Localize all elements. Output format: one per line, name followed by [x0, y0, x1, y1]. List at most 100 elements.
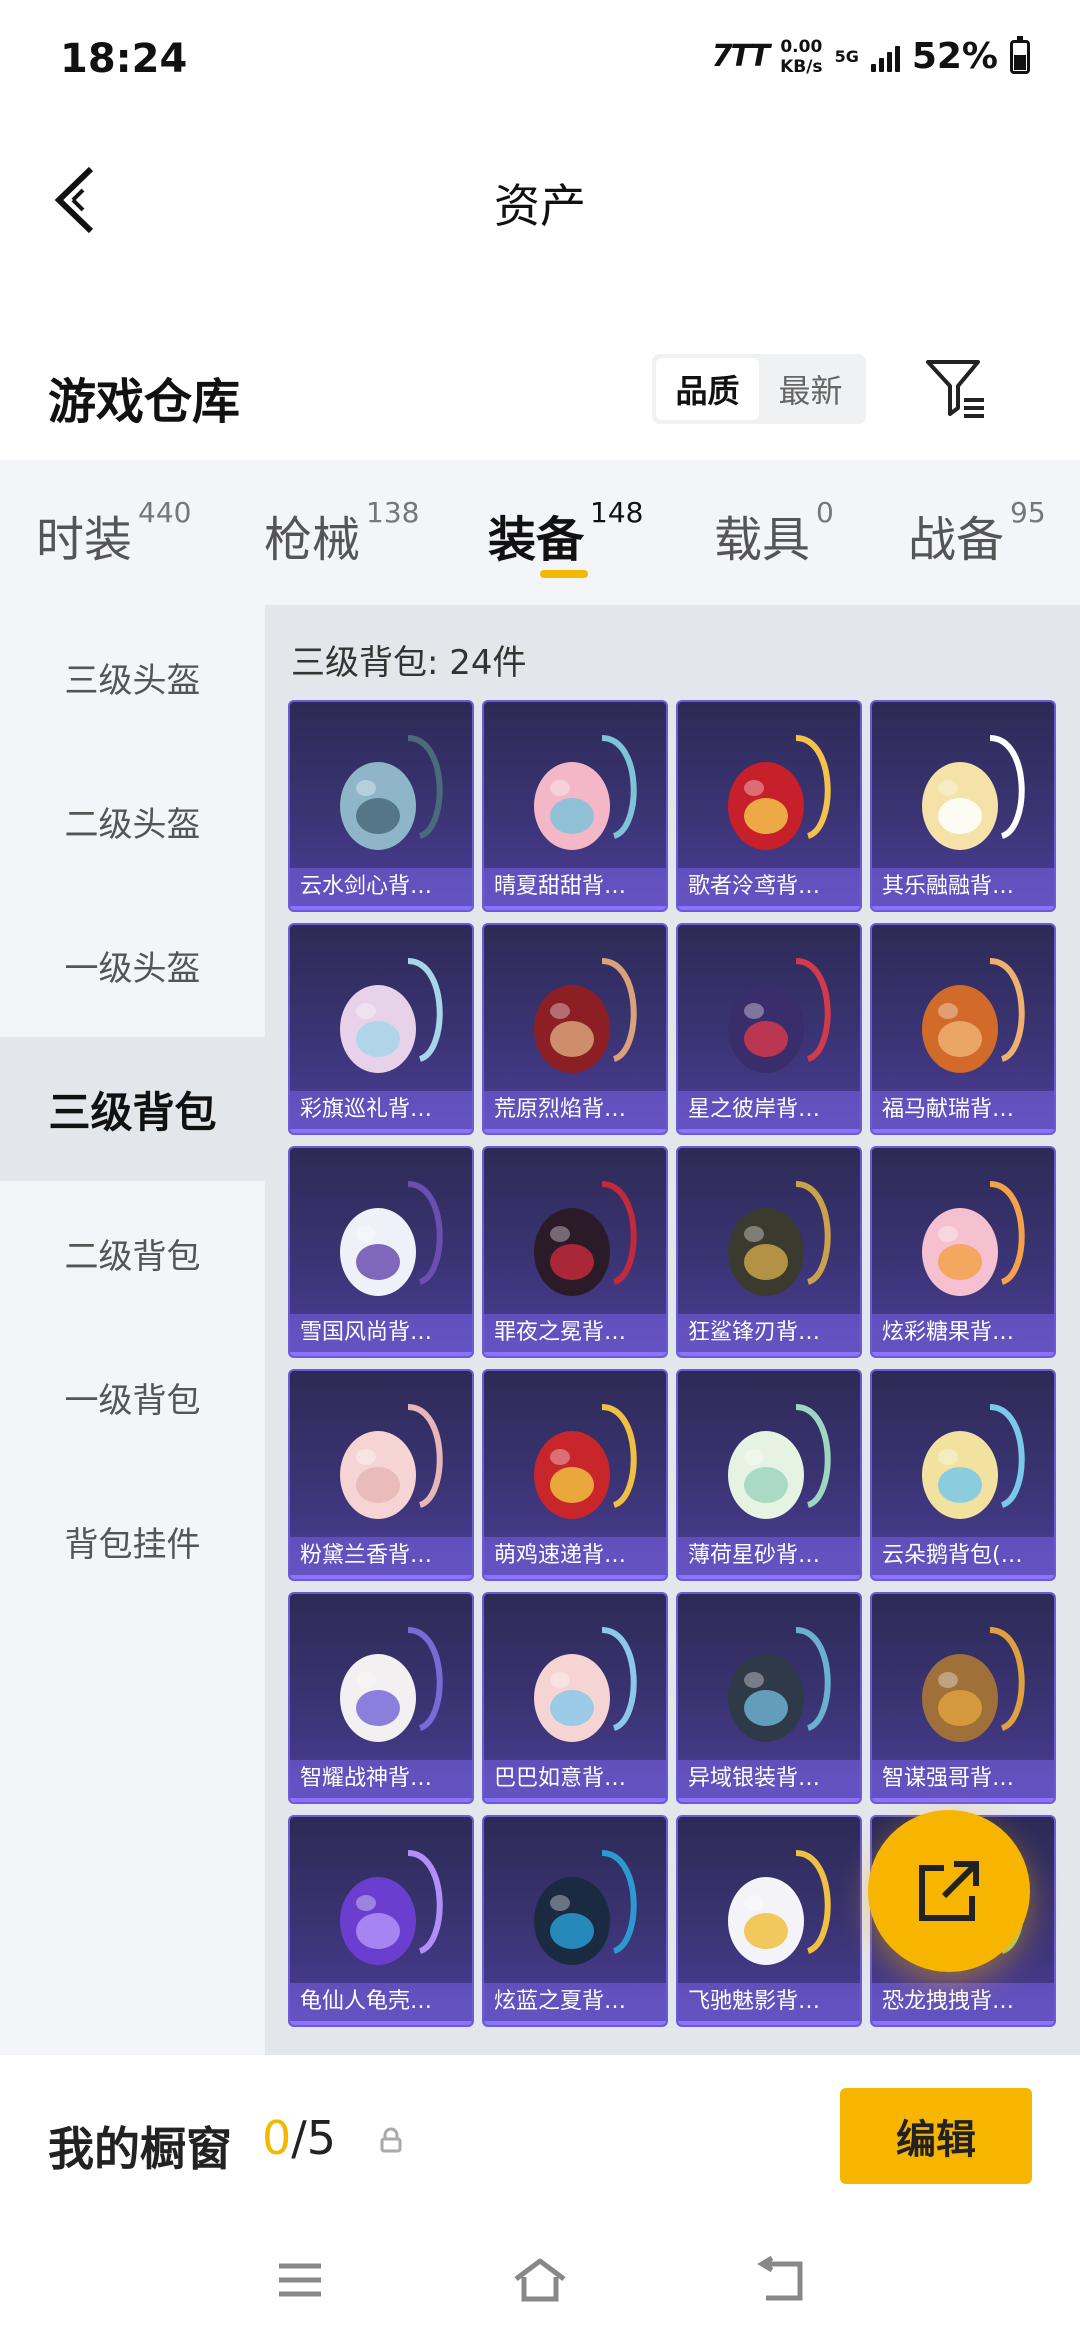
backpack-icon: [728, 958, 831, 1073]
tab-fashion[interactable]: 时装 440: [36, 496, 191, 570]
item-card[interactable]: 荒原烈焰背…: [482, 923, 668, 1135]
item-card[interactable]: 异域银装背…: [676, 1592, 862, 1804]
item-card[interactable]: 彩旗巡礼背…: [288, 923, 474, 1135]
tab-gear[interactable]: 战备 95: [908, 496, 1046, 570]
backpack-icon: [534, 1627, 637, 1742]
tab-label: 战备: [908, 512, 1005, 568]
item-card[interactable]: 云朵鹅背包(…: [870, 1369, 1056, 1581]
warehouse-header: 游戏仓库 品质 最新: [0, 330, 1080, 460]
item-card[interactable]: 星之彼岸背…: [676, 923, 862, 1135]
item-name: 其乐融融背…: [872, 868, 1054, 906]
tab-count: 148: [590, 496, 644, 529]
item-name: 云水剑心背…: [290, 868, 472, 906]
share-fab-button[interactable]: [868, 1810, 1030, 1972]
backpack-icon: [340, 1850, 443, 1965]
tab-count: 0: [816, 496, 834, 529]
item-card[interactable]: 粉黛兰香背…: [288, 1369, 474, 1581]
item-card[interactable]: 炫蓝之夏背…: [482, 1815, 668, 2027]
backpack-icon: [534, 1404, 637, 1519]
item-card[interactable]: 狂鲨锋刃背…: [676, 1146, 862, 1358]
item-card[interactable]: 薄荷星砂背…: [676, 1369, 862, 1581]
showcase-count: 0/5: [262, 2111, 336, 2165]
backpack-icon: [728, 1181, 831, 1296]
sidebar-item-helmet-2[interactable]: 二级头盔: [0, 749, 265, 893]
sidebar-item-backpack-3[interactable]: 三级背包: [0, 1037, 265, 1181]
backpack-icon: [340, 735, 443, 850]
status-time: 18:24: [60, 36, 188, 82]
item-name: 星之彼岸背…: [678, 1091, 860, 1129]
item-name: 炫彩糖果背…: [872, 1314, 1054, 1352]
home-icon: [514, 2258, 566, 2302]
item-card[interactable]: 龟仙人龟壳…: [288, 1815, 474, 2027]
item-name: 异域银装背…: [678, 1760, 860, 1798]
sidebar-item-backpack-charm[interactable]: 背包挂件: [0, 1469, 265, 1613]
item-card[interactable]: 炫彩糖果背…: [870, 1146, 1056, 1358]
item-name: 智谋强哥背…: [872, 1760, 1054, 1798]
content-heading: 三级背包: 24件: [291, 643, 527, 683]
backpack-icon: [922, 735, 1025, 850]
item-name: 歌者泠鸢背…: [678, 868, 860, 906]
backpack-icon: [340, 1181, 443, 1296]
tab-equipment[interactable]: 装备 148: [488, 496, 643, 570]
active-tab-indicator: [540, 570, 588, 578]
backpack-icon: [922, 1404, 1025, 1519]
tab-count: 440: [138, 496, 192, 529]
item-name: 荒原烈焰背…: [484, 1091, 666, 1129]
item-card[interactable]: 飞驰魅影背…: [676, 1815, 862, 2027]
sidebar-item-helmet-3[interactable]: 三级头盔: [0, 605, 265, 749]
nav-home-button[interactable]: [505, 2245, 575, 2315]
back-icon: [757, 2256, 803, 2301]
status-bar: 18:24 7TT 0.00 KB/s 5G 52%: [0, 0, 1080, 120]
sort-toggle: 品质 最新: [652, 354, 866, 424]
item-card[interactable]: 智耀战神背…: [288, 1592, 474, 1804]
item-card[interactable]: 巴巴如意背…: [482, 1592, 668, 1804]
tab-label: 时装: [36, 512, 133, 568]
system-nav-bar: [0, 2215, 1080, 2344]
category-tabs: 时装 440 枪械 138 装备 148 载具 0 战备 95: [0, 460, 1080, 605]
item-card[interactable]: 歌者泠鸢背…: [676, 700, 862, 912]
item-card[interactable]: 智谋强哥背…: [870, 1592, 1056, 1804]
backpack-icon: [340, 958, 443, 1073]
item-name: 罪夜之冕背…: [484, 1314, 666, 1352]
nav-back-button[interactable]: [745, 2245, 815, 2315]
item-card[interactable]: 雪国风尚背…: [288, 1146, 474, 1358]
item-card[interactable]: 福马献瑞背…: [870, 923, 1056, 1135]
item-name: 狂鲨锋刃背…: [678, 1314, 860, 1352]
item-name: 晴夏甜甜背…: [484, 868, 666, 906]
backpack-icon: [922, 1627, 1025, 1742]
sidebar-item-backpack-1[interactable]: 一级背包: [0, 1325, 265, 1469]
item-card[interactable]: 萌鸡速递背…: [482, 1369, 668, 1581]
showcase-current: 0: [262, 2111, 292, 2165]
sidebar-item-backpack-2[interactable]: 二级背包: [0, 1181, 265, 1325]
item-card[interactable]: 其乐融融背…: [870, 700, 1056, 912]
showcase-bar: 我的橱窗 0/5 编辑: [0, 2055, 1080, 2215]
item-card[interactable]: 晴夏甜甜背…: [482, 700, 668, 912]
sidebar: 三级头盔 二级头盔 一级头盔 三级背包 二级背包 一级背包 背包挂件: [0, 605, 265, 2055]
item-card[interactable]: 云水剑心背…: [288, 700, 474, 912]
tab-count: 138: [366, 496, 420, 529]
backpack-icon: [922, 1181, 1025, 1296]
tab-weapons[interactable]: 枪械 138: [264, 496, 419, 570]
edit-button[interactable]: 编辑: [840, 2088, 1032, 2184]
speed-value: 0.00: [780, 36, 823, 57]
filter-icon: [926, 360, 984, 418]
item-name: 飞驰魅影背…: [678, 1983, 860, 2021]
nav-menu-button[interactable]: [265, 2245, 335, 2315]
item-card[interactable]: 罪夜之冕背…: [482, 1146, 668, 1358]
filter-button[interactable]: [922, 354, 990, 422]
backpack-icon: [922, 958, 1025, 1073]
sidebar-item-helmet-1[interactable]: 一级头盔: [0, 893, 265, 1037]
backpack-icon: [340, 1404, 443, 1519]
tab-label: 枪械: [264, 512, 361, 568]
network-type: 5G: [834, 46, 859, 66]
showcase-total: /5: [291, 2111, 337, 2165]
backpack-icon: [728, 1627, 831, 1742]
backpack-icon: [728, 1850, 831, 1965]
item-name: 福马献瑞背…: [872, 1091, 1054, 1129]
signal-icon: [870, 42, 900, 72]
tab-vehicles[interactable]: 载具 0: [714, 496, 834, 570]
sort-newest-button[interactable]: 最新: [759, 358, 862, 420]
sort-quality-button[interactable]: 品质: [656, 358, 759, 420]
item-name: 云朵鹅背包(…: [872, 1537, 1054, 1575]
item-name: 巴巴如意背…: [484, 1760, 666, 1798]
